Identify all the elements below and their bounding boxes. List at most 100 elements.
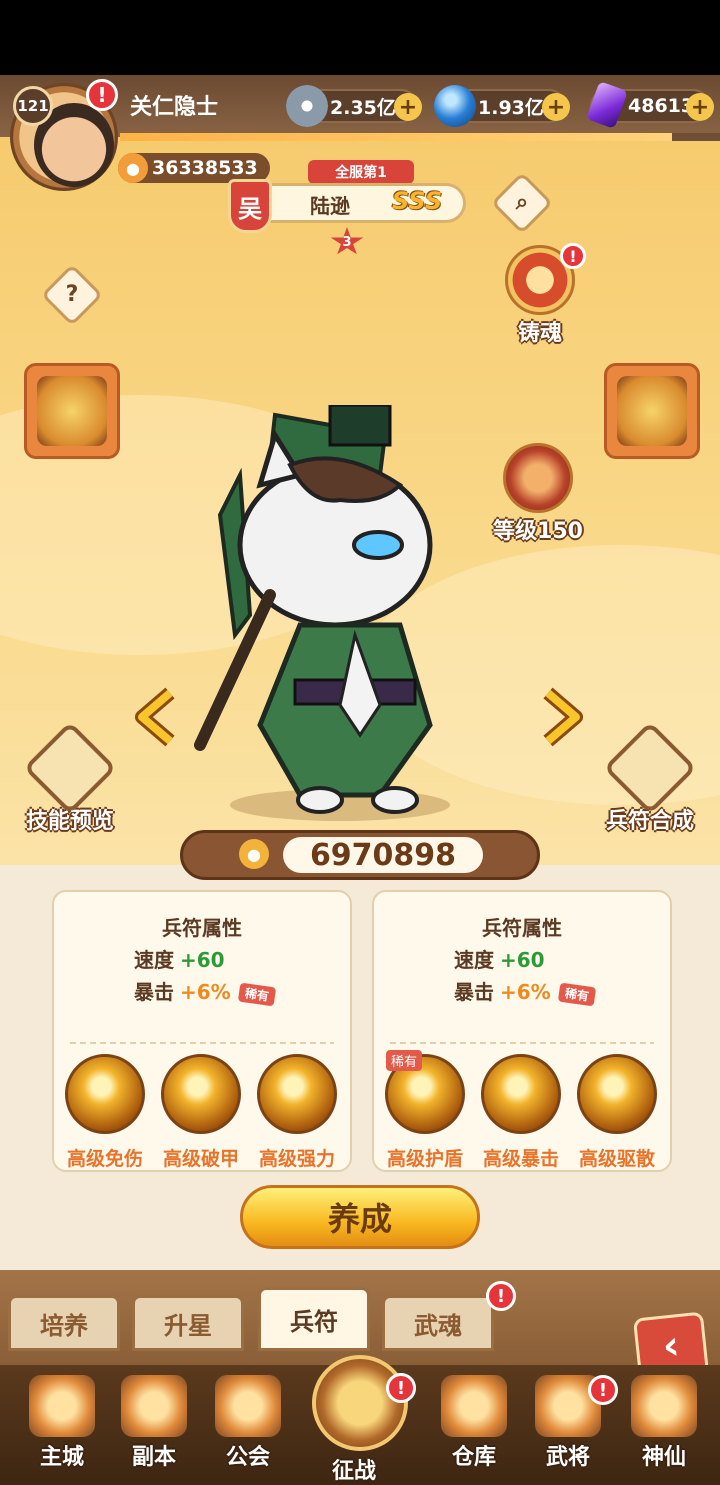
hero-character xyxy=(180,403,490,825)
tally-card-title: 兵符属性 xyxy=(162,916,242,940)
attr-speed: 速度 +60 xyxy=(134,944,225,973)
armor-break-icon xyxy=(161,1054,241,1134)
book-icon xyxy=(23,721,117,815)
player-level-badge: 121 xyxy=(13,86,53,126)
avatar-alert-icon: ! xyxy=(86,79,118,111)
nav-label: 主城 xyxy=(39,1445,84,1470)
nav-label: 公会 xyxy=(225,1445,270,1470)
skill-slot[interactable]: 高级强力 xyxy=(254,1054,340,1171)
tab-tally[interactable]: 兵符 xyxy=(258,1287,370,1351)
add-crystal-button[interactable]: + xyxy=(686,93,714,121)
nav-label: 武将 xyxy=(545,1445,590,1470)
nav-label: 征战 xyxy=(331,1459,376,1484)
heroes-alert-icon: ! xyxy=(588,1375,618,1405)
help-button[interactable]: ? xyxy=(40,263,104,327)
attr-value: +60 xyxy=(180,948,225,972)
coin-resource[interactable]: 2.35亿 + xyxy=(286,85,422,127)
chevron-left-icon xyxy=(135,687,175,747)
skill-name: 高级免伤 xyxy=(66,1148,143,1170)
level-label: 等级150 xyxy=(493,519,583,544)
castle-icon xyxy=(29,1375,95,1437)
nav-guild[interactable]: 公会 xyxy=(206,1375,290,1471)
skill-slot[interactable]: 高级免伤 xyxy=(62,1054,148,1171)
skill-name: 高级破甲 xyxy=(162,1148,239,1170)
attr-label: 速度 xyxy=(134,948,174,972)
skill-preview-button[interactable]: 技能预览 xyxy=(12,721,128,835)
question-icon: ? xyxy=(65,282,79,307)
battle-alert-icon: ! xyxy=(386,1373,416,1403)
nav-label: 神仙 xyxy=(641,1445,686,1470)
skill-name: 高级暴击 xyxy=(482,1148,559,1170)
paw-icon: ● xyxy=(239,839,269,869)
train-button[interactable]: 养成 xyxy=(240,1185,480,1249)
search-button[interactable]: ⌕ xyxy=(490,171,554,235)
nav-immortals[interactable]: 神仙 xyxy=(622,1375,706,1471)
player-power-value: 36338533 xyxy=(152,157,258,179)
tally-icon xyxy=(603,721,697,815)
dispel-icon xyxy=(577,1054,657,1134)
hero-screen: 121 ! 关仁隐士 2.35亿 + 1.93亿 + 48613 + ● 363… xyxy=(0,75,720,1485)
tab-train[interactable]: 培养 xyxy=(8,1295,120,1351)
divider xyxy=(390,1042,654,1044)
tally-combine-button[interactable]: 兵符合成 xyxy=(592,721,708,835)
attr-value: +60 xyxy=(500,948,545,972)
war-soul-alert-icon: ! xyxy=(486,1281,516,1311)
chevron-right-icon xyxy=(543,687,583,747)
skill-name: 高级驱散 xyxy=(578,1148,655,1170)
xp-bar xyxy=(120,133,720,141)
star-count-badge: 3 xyxy=(330,227,364,255)
equipment-icon xyxy=(37,376,107,446)
sword-icon xyxy=(121,1375,187,1437)
nav-main-city[interactable]: 主城 xyxy=(20,1375,104,1471)
add-coin-button[interactable]: + xyxy=(394,93,422,121)
paw-icon: ● xyxy=(118,153,148,183)
player-name: 关仁隐士 xyxy=(130,95,219,120)
hero-grade: SSS xyxy=(392,187,443,215)
damage-reduction-icon xyxy=(65,1054,145,1134)
server-rank-tag: 全服第1 xyxy=(308,160,414,184)
equipment-icon xyxy=(617,376,687,446)
tally-card-2[interactable]: 兵符属性 速度 +60 暴击 +6% 稀有 稀有 高级护盾 高级暴击 高级驱散 xyxy=(372,890,672,1172)
hero-power-value: 6970898 xyxy=(283,837,483,873)
skill-slot[interactable]: 高级破甲 xyxy=(158,1054,244,1171)
tab-star-up[interactable]: 升星 xyxy=(132,1295,244,1351)
chevron-left-icon: ‹ xyxy=(660,1322,682,1370)
nav-warehouse[interactable]: 仓库 xyxy=(432,1375,516,1471)
prev-hero-button[interactable] xyxy=(134,687,178,747)
critical-icon xyxy=(481,1054,561,1134)
orb-value: 1.93亿 xyxy=(478,96,544,119)
forge-soul-label: 铸魂 xyxy=(517,321,562,346)
hero-power-banner: ● 6970898 xyxy=(180,830,540,880)
level-button[interactable]: 等级150 xyxy=(488,443,588,545)
skill-slot[interactable]: 高级驱散 xyxy=(574,1054,660,1171)
tally-card-1[interactable]: 兵符属性 速度 +60 暴击 +6% 稀有 高级免伤 高级破甲 高级强力 xyxy=(52,890,352,1172)
attr-crit: 暴击 +6% 稀有 xyxy=(454,976,596,1007)
rare-tag: 稀有 xyxy=(557,982,596,1007)
nav-battle[interactable]: 征战 xyxy=(312,1355,408,1485)
right-equipment-slot[interactable] xyxy=(604,363,700,459)
attr-label: 暴击 xyxy=(454,980,494,1004)
rare-tag: 稀有 xyxy=(237,982,276,1007)
crystal-value: 48613 xyxy=(628,95,695,117)
faction-badge: 吴 xyxy=(228,179,272,233)
attr-value: +6% xyxy=(180,980,231,1004)
attr-label: 速度 xyxy=(454,948,494,972)
skill-name: 高级护盾 xyxy=(386,1148,463,1170)
tally-card-title: 兵符属性 xyxy=(482,916,562,940)
crystal-resource[interactable]: 48613 + xyxy=(586,81,714,129)
coin-value: 2.35亿 xyxy=(330,96,396,119)
skill-slot[interactable]: 稀有 高级护盾 xyxy=(382,1050,468,1171)
cat-face-icon xyxy=(631,1375,697,1437)
nav-label: 仓库 xyxy=(451,1445,496,1470)
orb-resource[interactable]: 1.93亿 + xyxy=(434,85,570,127)
attr-label: 暴击 xyxy=(134,980,174,1004)
flag-icon xyxy=(215,1375,281,1437)
tab-war-soul[interactable]: 武魂 xyxy=(382,1295,494,1351)
attr-crit: 暴击 +6% 稀有 xyxy=(134,976,276,1007)
bag-icon xyxy=(441,1375,507,1437)
add-orb-button[interactable]: + xyxy=(542,93,570,121)
next-hero-button[interactable] xyxy=(540,687,584,747)
skill-slot[interactable]: 高级暴击 xyxy=(478,1054,564,1171)
left-equipment-slot[interactable] xyxy=(24,363,120,459)
nav-dungeon[interactable]: 副本 xyxy=(112,1375,196,1471)
